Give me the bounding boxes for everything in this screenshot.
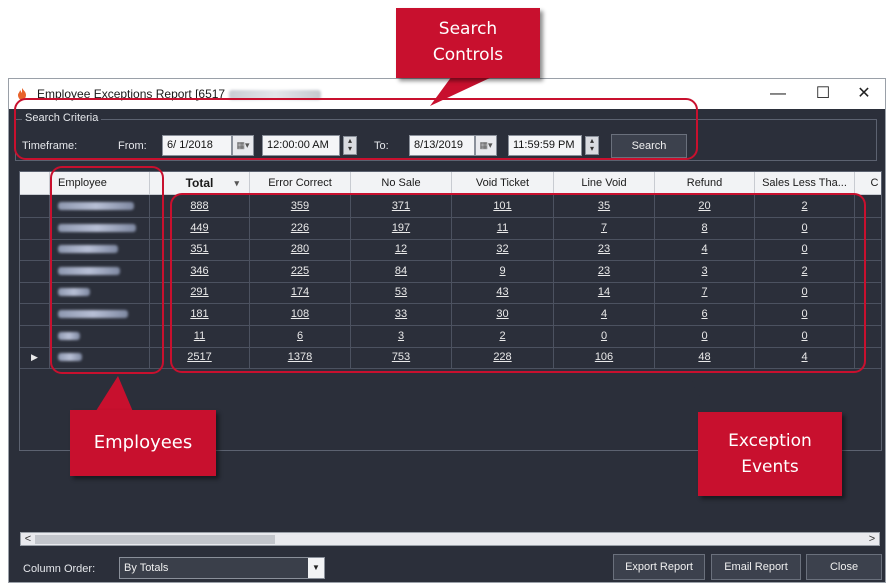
exception-events-highlight [170, 193, 866, 373]
row-indicator[interactable] [20, 324, 50, 348]
search-controls-line2: Controls [432, 45, 504, 65]
column-header-label: Refund [686, 177, 723, 189]
column-header-label: Error Correct [268, 177, 332, 189]
column-header-total[interactable]: Total ▾ [150, 172, 250, 195]
row-indicator[interactable] [20, 303, 50, 326]
row-indicator[interactable] [20, 281, 50, 305]
column-header-line-void[interactable]: Line Void [554, 172, 655, 195]
column-header-label: Void Ticket [475, 177, 530, 189]
scroll-right-icon[interactable]: > [865, 532, 879, 546]
column-order-value: By Totals [124, 562, 169, 574]
row-indicator[interactable] [20, 259, 50, 283]
scrollbar-thumb[interactable] [35, 535, 275, 544]
column-order-label: Column Order: [23, 563, 96, 575]
row-indicator[interactable] [20, 216, 50, 240]
column-header-label: No Sale [381, 177, 421, 189]
column-header-sales-less-tha[interactable]: Sales Less Tha... [755, 172, 855, 195]
column-header-label: Line Void [581, 177, 627, 189]
column-header-no-sale[interactable]: No Sale [351, 172, 452, 195]
row-indicator[interactable] [20, 238, 50, 262]
grid-corner-cell [20, 172, 50, 195]
search-controls-highlight [14, 98, 698, 160]
column-header-label: C [870, 177, 879, 189]
minimize-button[interactable]: — [761, 81, 795, 107]
exception-events-line1: Exception [728, 431, 812, 451]
column-header-c[interactable]: C [855, 172, 881, 195]
column-header-error-correct[interactable]: Error Correct [250, 172, 351, 195]
search-controls-line1: Search [438, 19, 498, 39]
chevron-down-icon[interactable]: ▼ [308, 558, 324, 578]
row-indicator[interactable] [20, 195, 50, 218]
column-order-select[interactable]: By Totals ▼ [119, 557, 325, 579]
maximize-button[interactable]: ☐ [806, 81, 840, 107]
close-window-button[interactable]: ✕ [847, 81, 881, 107]
search-controls-callout: Search Controls [396, 8, 540, 78]
column-header-label: Sales Less Tha... [762, 177, 847, 189]
column-header-label: Total [185, 176, 214, 190]
scroll-left-icon[interactable]: < [21, 532, 35, 546]
horizontal-scrollbar[interactable]: < > [20, 532, 880, 546]
current-row-icon: ▶ [31, 352, 38, 363]
column-header-void-ticket[interactable]: Void Ticket [452, 172, 554, 195]
employees-highlight [50, 166, 164, 374]
email-report-button[interactable]: Email Report [711, 554, 801, 580]
row-indicator[interactable]: ▶ [20, 346, 50, 370]
sort-desc-icon[interactable]: ▾ [234, 172, 239, 194]
annotated-screenshot: Employee Exceptions Report [6517 — ☐ ✕ S… [0, 0, 886, 583]
column-header-refund[interactable]: Refund [655, 172, 755, 195]
exception-events-line2: Events [741, 457, 799, 477]
export-report-button[interactable]: Export Report [613, 554, 705, 580]
employees-callout: Employees [70, 410, 216, 476]
close-button[interactable]: Close [806, 554, 882, 580]
exception-events-callout: Exception Events [698, 412, 842, 496]
